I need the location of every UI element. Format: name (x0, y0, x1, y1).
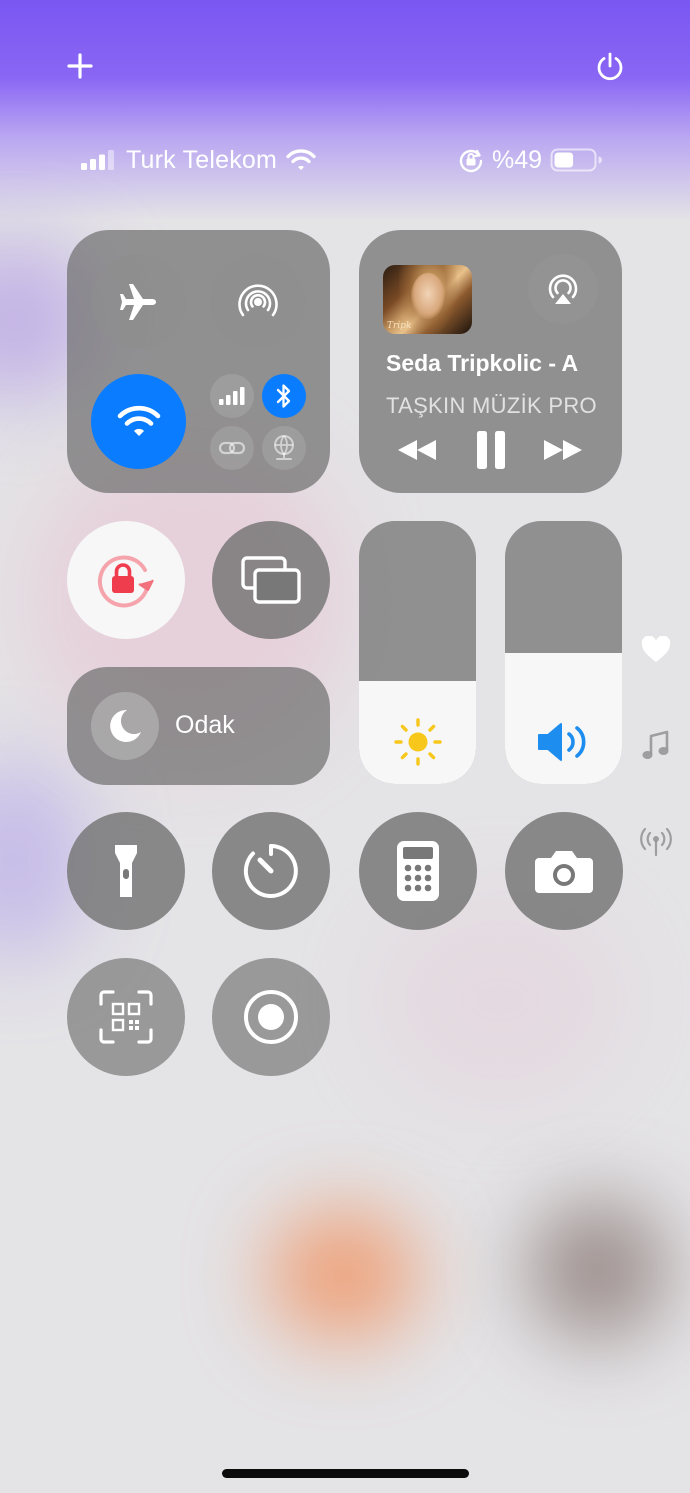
song-title: Seda Tripkolic - A (386, 350, 579, 376)
rewind-button[interactable] (389, 428, 445, 472)
screen-mirroring-toggle[interactable] (212, 521, 330, 639)
bluetooth-icon (276, 384, 291, 408)
flashlight-button[interactable] (67, 812, 185, 930)
orientation-lock-status-icon (459, 149, 483, 173)
globe-network-icon (274, 435, 294, 460)
airplay-audio-icon (548, 274, 578, 304)
bluetooth-toggle[interactable] (262, 374, 306, 418)
add-control-button[interactable] (60, 46, 100, 86)
focus-label: Odak (175, 711, 235, 739)
power-button[interactable] (589, 46, 631, 88)
sun-icon (393, 718, 442, 766)
heart-icon (641, 636, 671, 662)
rewind-icon (398, 440, 436, 460)
power-icon (597, 52, 623, 81)
airplay-button[interactable] (528, 254, 598, 324)
timer-button[interactable] (212, 812, 330, 930)
antenna-icon (640, 827, 672, 857)
fast-forward-button[interactable] (535, 428, 591, 472)
camera-icon (535, 851, 593, 893)
airdrop-icon (237, 283, 278, 316)
music-note-icon (642, 730, 669, 759)
moon-icon (110, 709, 141, 742)
carrier-name: Turk Telekom (126, 145, 278, 174)
status-bar-left: Turk Telekom (81, 144, 316, 176)
airdrop-toggle[interactable] (210, 254, 305, 349)
home-indicator[interactable] (222, 1469, 469, 1478)
screen-recording-button[interactable] (212, 958, 330, 1076)
now-playing-module[interactable]: Tripk Seda Tripkolic - A TAŞKIN MÜZİK PR… (359, 230, 622, 493)
brightness-slider[interactable] (359, 521, 476, 784)
volume-slider[interactable] (505, 521, 622, 784)
personal-hotspot-toggle[interactable] (210, 426, 254, 470)
calculator-button[interactable] (359, 812, 477, 930)
vpn-toggle[interactable] (262, 426, 306, 470)
screen-mirroring-icon (241, 556, 301, 604)
favorites-page-indicator[interactable] (640, 634, 672, 666)
connectivity-page-indicator[interactable] (640, 826, 672, 858)
status-bar-right: %49 (458, 144, 603, 176)
plus-icon (67, 53, 93, 79)
album-artwork-caption: Tripk (387, 321, 412, 331)
music-page-indicator[interactable] (640, 730, 672, 762)
orientation-lock-icon (97, 555, 154, 608)
flashlight-icon (115, 845, 137, 897)
pause-icon (477, 431, 505, 469)
battery-percentage: %49 (492, 145, 543, 174)
cellular-signal-icon (81, 150, 114, 170)
calculator-icon (397, 841, 439, 901)
orientation-lock-toggle[interactable] (67, 521, 185, 639)
wifi-icon (117, 405, 160, 436)
qr-code-scanner-button[interactable] (67, 958, 185, 1076)
focus-button[interactable]: Odak (67, 667, 330, 785)
battery-icon (550, 148, 603, 172)
song-artist: TAŞKIN MÜZİK PRO (386, 393, 596, 418)
cellular-data-toggle[interactable] (210, 374, 254, 418)
fast-forward-icon (544, 440, 582, 460)
connectivity-module (67, 230, 330, 493)
wifi-toggle[interactable] (91, 374, 186, 469)
cellular-bars-icon (219, 387, 245, 405)
speaker-icon (537, 723, 585, 761)
album-artwork[interactable]: Tripk (383, 265, 472, 334)
airplane-icon (119, 283, 156, 320)
pause-button[interactable] (463, 428, 519, 472)
record-icon (244, 990, 298, 1044)
focus-moon-circle (91, 692, 159, 760)
qr-code-icon (99, 990, 153, 1044)
hotspot-link-icon (218, 441, 246, 455)
wifi-status-icon (286, 149, 316, 170)
airplane-mode-toggle[interactable] (91, 254, 186, 349)
camera-button[interactable] (505, 812, 623, 930)
timer-icon (243, 844, 298, 898)
